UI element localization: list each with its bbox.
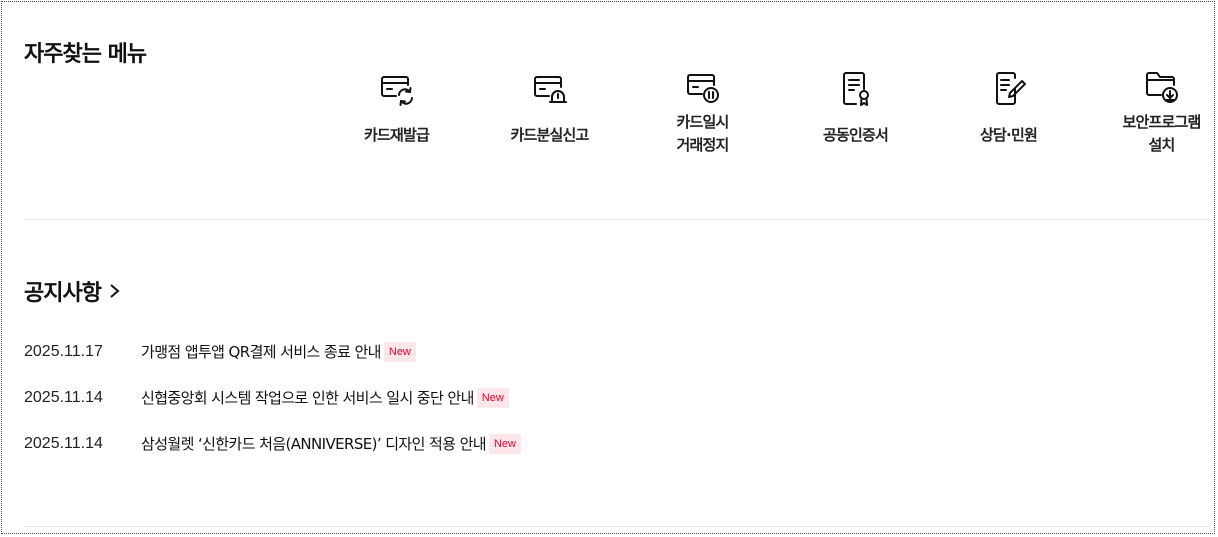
menu-item-consultation[interactable]: 상담·민원 [932, 68, 1085, 147]
card-reissue-icon [380, 76, 413, 106]
frequent-menu-grid: 카드재발급 카드분실신고 카드일시 거래정지 공동인증서 상담·민원 보안프로그… [320, 68, 1218, 168]
notice-date: 2025.11.14 [24, 388, 103, 406]
menu-item-label: 카드일시 거래정지 [676, 113, 729, 154]
new-badge: New [488, 433, 521, 454]
menu-item-certificate[interactable]: 공동인증서 [779, 68, 932, 147]
notice-title: 공지사항 [24, 281, 102, 306]
notice-link[interactable]: 삼성월렛 ‘신한카드 처음(ANNIVERSE)’ 디자인 적용 안내 [141, 433, 487, 454]
menu-item-card-pause[interactable]: 카드일시 거래정지 [626, 66, 779, 157]
menu-item-label: 공동인증서 [822, 126, 889, 144]
menu-item-label: 카드분실신고 [510, 126, 589, 144]
notice-list: 2025.11.17 가맹점 앱투앱 QR결제 서비스 종료 안내 New 20… [24, 340, 924, 478]
security-download-icon [1145, 72, 1178, 103]
notice-link[interactable]: 신협중앙회 시스템 작업으로 인한 서비스 일시 중단 안내 [141, 387, 474, 408]
menu-item-label: 보안프로그램 설치 [1122, 113, 1201, 154]
notice-item: 2025.11.14 삼성월렛 ‘신한카드 처음(ANNIVERSE)’ 디자인… [24, 432, 924, 455]
notice-title-link[interactable]: 공지사항 [24, 275, 123, 307]
card-lost-report-icon [533, 76, 567, 103]
consultation-icon [995, 72, 1026, 105]
notice-item: 2025.11.17 가맹점 앱투앱 QR결제 서비스 종료 안내 New [24, 340, 924, 363]
notice-item: 2025.11.14 신협중앙회 시스템 작업으로 인한 서비스 일시 중단 안… [24, 386, 924, 409]
section-divider [24, 219, 1210, 220]
frequent-menu-title: 자주찾는 메뉴 [24, 42, 147, 67]
menu-item-card-lost-report[interactable]: 카드분실신고 [473, 68, 626, 147]
bottom-divider [24, 526, 1210, 527]
chevron-right-icon [110, 284, 120, 298]
notice-date: 2025.11.17 [24, 342, 103, 360]
menu-item-security-program[interactable]: 보안프로그램 설치 [1085, 66, 1218, 157]
certificate-icon [842, 72, 869, 106]
menu-item-label: 상담·민원 [980, 126, 1038, 144]
notice-date: 2025.11.14 [24, 434, 103, 452]
new-badge: New [476, 387, 509, 408]
card-pause-icon [686, 74, 719, 103]
menu-item-label: 카드재발급 [363, 126, 430, 144]
menu-item-card-reissue[interactable]: 카드재발급 [320, 68, 473, 147]
notice-link[interactable]: 가맹점 앱투앱 QR결제 서비스 종료 안내 [141, 341, 381, 362]
new-badge: New [383, 341, 416, 362]
